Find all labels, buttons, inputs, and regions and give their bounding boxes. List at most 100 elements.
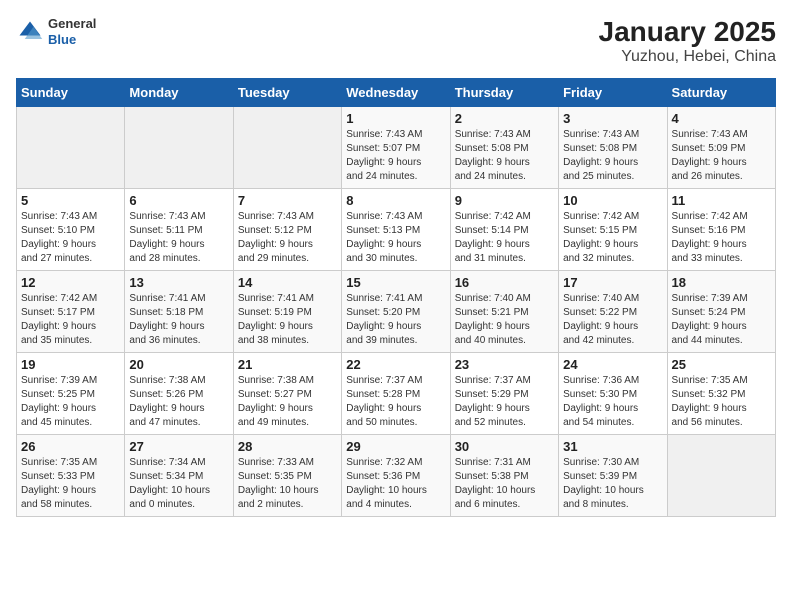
calendar-cell: 24 Sunrise: 7:36 AMSunset: 5:30 PMDayligh… [559, 353, 667, 435]
calendar-week-row: 26 Sunrise: 7:35 AMSunset: 5:33 PMDayligh… [17, 435, 776, 517]
day-number: 24 [563, 357, 662, 372]
day-number: 4 [672, 111, 771, 126]
day-detail: Sunrise: 7:39 AMSunset: 5:25 PMDaylight:… [21, 374, 120, 430]
logo-icon [16, 18, 44, 46]
day-number: 19 [21, 357, 120, 372]
day-detail: Sunrise: 7:35 AMSunset: 5:32 PMDaylight:… [672, 374, 771, 430]
calendar-cell: 6 Sunrise: 7:43 AMSunset: 5:11 PMDaylight… [125, 189, 233, 271]
day-detail: Sunrise: 7:41 AMSunset: 5:18 PMDaylight:… [129, 292, 228, 348]
weekday-header-tuesday: Tuesday [233, 79, 341, 107]
day-detail: Sunrise: 7:43 AMSunset: 5:11 PMDaylight:… [129, 210, 228, 266]
calendar-cell: 28 Sunrise: 7:33 AMSunset: 5:35 PMDayligh… [233, 435, 341, 517]
page-title: January 2025 [599, 16, 776, 48]
calendar-cell: 31Sunrise: 7:30 AMSunset: 5:39 PMDayligh… [559, 435, 667, 517]
day-number: 16 [455, 275, 554, 290]
day-detail: Sunrise: 7:42 AMSunset: 5:15 PMDaylight:… [563, 210, 662, 266]
day-detail: Sunrise: 7:43 AMSunset: 5:07 PMDaylight:… [346, 128, 445, 184]
calendar-cell: 21 Sunrise: 7:38 AMSunset: 5:27 PMDayligh… [233, 353, 341, 435]
day-number: 5 [21, 193, 120, 208]
day-detail: Sunrise: 7:31 AMSunset: 5:38 PMDaylight:… [455, 456, 554, 512]
calendar-cell: 19 Sunrise: 7:39 AMSunset: 5:25 PMDayligh… [17, 353, 125, 435]
day-detail: Sunrise: 7:30 AMSunset: 5:39 PMDaylight:… [563, 456, 662, 512]
logo-general-text: General [48, 16, 96, 32]
day-number: 21 [238, 357, 337, 372]
day-detail: Sunrise: 7:38 AMSunset: 5:26 PMDaylight:… [129, 374, 228, 430]
calendar-cell: 30Sunrise: 7:31 AMSunset: 5:38 PMDayligh… [450, 435, 558, 517]
calendar-cell: 3Sunrise: 7:43 AMSunset: 5:08 PMDaylight… [559, 107, 667, 189]
day-detail: Sunrise: 7:32 AMSunset: 5:36 PMDaylight:… [346, 456, 445, 512]
logo: General Blue [16, 16, 96, 47]
page-header: General Blue January 2025 Yuzhou, Hebei,… [16, 16, 776, 66]
day-number: 25 [672, 357, 771, 372]
day-number: 26 [21, 439, 120, 454]
calendar-cell: 29 Sunrise: 7:32 AMSunset: 5:36 PMDayligh… [342, 435, 450, 517]
day-number: 20 [129, 357, 228, 372]
calendar-cell: 9 Sunrise: 7:42 AMSunset: 5:14 PMDaylight… [450, 189, 558, 271]
day-number: 27 [129, 439, 228, 454]
day-number: 10 [563, 193, 662, 208]
day-detail: Sunrise: 7:34 AMSunset: 5:34 PMDaylight:… [129, 456, 228, 512]
calendar-cell: 8 Sunrise: 7:43 AMSunset: 5:13 PMDaylight… [342, 189, 450, 271]
day-number: 28 [238, 439, 337, 454]
day-detail: Sunrise: 7:43 AMSunset: 5:13 PMDaylight:… [346, 210, 445, 266]
day-detail: Sunrise: 7:43 AMSunset: 5:12 PMDaylight:… [238, 210, 337, 266]
logo-blue-text: Blue [48, 32, 96, 48]
day-number: 23 [455, 357, 554, 372]
calendar-cell: 2 Sunrise: 7:43 AMSunset: 5:08 PMDaylight… [450, 107, 558, 189]
calendar-cell: 16 Sunrise: 7:40 AMSunset: 5:21 PMDayligh… [450, 271, 558, 353]
day-detail: Sunrise: 7:33 AMSunset: 5:35 PMDaylight:… [238, 456, 337, 512]
calendar-week-row: 19 Sunrise: 7:39 AMSunset: 5:25 PMDayligh… [17, 353, 776, 435]
day-number: 29 [346, 439, 445, 454]
day-number: 17 [563, 275, 662, 290]
weekday-header-wednesday: Wednesday [342, 79, 450, 107]
weekday-header-sunday: Sunday [17, 79, 125, 107]
calendar-cell: 13Sunrise: 7:41 AMSunset: 5:18 PMDayligh… [125, 271, 233, 353]
calendar-cell: 4 Sunrise: 7:43 AMSunset: 5:09 PMDaylight… [667, 107, 775, 189]
day-number: 9 [455, 193, 554, 208]
calendar-cell: 1 Sunrise: 7:43 AMSunset: 5:07 PMDaylight… [342, 107, 450, 189]
calendar-week-row: 1 Sunrise: 7:43 AMSunset: 5:07 PMDaylight… [17, 107, 776, 189]
calendar-cell: 27 Sunrise: 7:34 AMSunset: 5:34 PMDayligh… [125, 435, 233, 517]
calendar-cell: 11Sunrise: 7:42 AMSunset: 5:16 PMDayligh… [667, 189, 775, 271]
calendar-cell: 22 Sunrise: 7:37 AMSunset: 5:28 PMDayligh… [342, 353, 450, 435]
calendar-week-row: 12 Sunrise: 7:42 AMSunset: 5:17 PMDayligh… [17, 271, 776, 353]
calendar-cell [233, 107, 341, 189]
day-number: 12 [21, 275, 120, 290]
day-detail: Sunrise: 7:39 AMSunset: 5:24 PMDaylight:… [672, 292, 771, 348]
day-detail: Sunrise: 7:37 AMSunset: 5:29 PMDaylight:… [455, 374, 554, 430]
calendar-cell [17, 107, 125, 189]
day-number: 2 [455, 111, 554, 126]
day-detail: Sunrise: 7:38 AMSunset: 5:27 PMDaylight:… [238, 374, 337, 430]
day-detail: Sunrise: 7:43 AMSunset: 5:08 PMDaylight:… [455, 128, 554, 184]
day-detail: Sunrise: 7:40 AMSunset: 5:21 PMDaylight:… [455, 292, 554, 348]
day-number: 8 [346, 193, 445, 208]
weekday-header-saturday: Saturday [667, 79, 775, 107]
day-detail: Sunrise: 7:41 AMSunset: 5:19 PMDaylight:… [238, 292, 337, 348]
calendar-table: SundayMondayTuesdayWednesdayThursdayFrid… [16, 78, 776, 517]
day-detail: Sunrise: 7:42 AMSunset: 5:17 PMDaylight:… [21, 292, 120, 348]
weekday-header-thursday: Thursday [450, 79, 558, 107]
calendar-cell: 25 Sunrise: 7:35 AMSunset: 5:32 PMDayligh… [667, 353, 775, 435]
calendar-cell: 15 Sunrise: 7:41 AMSunset: 5:20 PMDayligh… [342, 271, 450, 353]
day-detail: Sunrise: 7:35 AMSunset: 5:33 PMDaylight:… [21, 456, 120, 512]
day-detail: Sunrise: 7:36 AMSunset: 5:30 PMDaylight:… [563, 374, 662, 430]
day-detail: Sunrise: 7:42 AMSunset: 5:14 PMDaylight:… [455, 210, 554, 266]
day-detail: Sunrise: 7:37 AMSunset: 5:28 PMDaylight:… [346, 374, 445, 430]
day-detail: Sunrise: 7:41 AMSunset: 5:20 PMDaylight:… [346, 292, 445, 348]
day-number: 15 [346, 275, 445, 290]
day-number: 1 [346, 111, 445, 126]
calendar-cell: 5Sunrise: 7:43 AMSunset: 5:10 PMDaylight… [17, 189, 125, 271]
day-number: 14 [238, 275, 337, 290]
calendar-cell: 12 Sunrise: 7:42 AMSunset: 5:17 PMDayligh… [17, 271, 125, 353]
calendar-week-row: 5Sunrise: 7:43 AMSunset: 5:10 PMDaylight… [17, 189, 776, 271]
day-detail: Sunrise: 7:43 AMSunset: 5:08 PMDaylight:… [563, 128, 662, 184]
calendar-cell: 10 Sunrise: 7:42 AMSunset: 5:15 PMDayligh… [559, 189, 667, 271]
calendar-cell [125, 107, 233, 189]
calendar-cell: 14 Sunrise: 7:41 AMSunset: 5:19 PMDayligh… [233, 271, 341, 353]
day-number: 6 [129, 193, 228, 208]
day-number: 22 [346, 357, 445, 372]
calendar-cell: 7Sunrise: 7:43 AMSunset: 5:12 PMDaylight… [233, 189, 341, 271]
logo-text: General Blue [48, 16, 96, 47]
day-detail: Sunrise: 7:43 AMSunset: 5:09 PMDaylight:… [672, 128, 771, 184]
calendar-cell: 23 Sunrise: 7:37 AMSunset: 5:29 PMDayligh… [450, 353, 558, 435]
